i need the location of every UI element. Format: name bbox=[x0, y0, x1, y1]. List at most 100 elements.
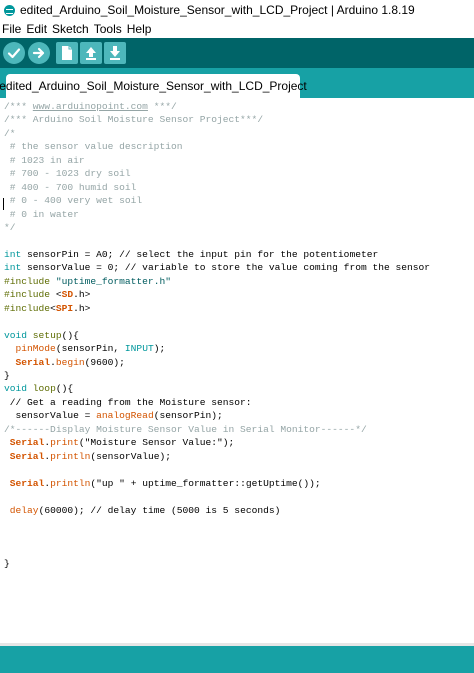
tab-sketch[interactable]: edited_Arduino_Soil_Moisture_Sensor_with… bbox=[0, 74, 307, 98]
new-file-icon bbox=[62, 46, 72, 60]
status-divider bbox=[0, 643, 474, 646]
code-line: # 700 - 1023 dry soil bbox=[4, 167, 131, 180]
code-line: void loop(){ bbox=[4, 382, 73, 395]
code-token: delay bbox=[9, 504, 39, 516]
code-line: Serial.println("up " + uptime_formatter:… bbox=[4, 477, 321, 490]
code-token: /* bbox=[4, 127, 16, 139]
code-token: sensorValue = bbox=[4, 410, 97, 422]
arduino-icon bbox=[4, 4, 15, 16]
code-token: Serial bbox=[15, 356, 51, 368]
tab-strip: edited_Arduino_Soil_Moisture_Sensor_with… bbox=[0, 68, 474, 98]
code-line: } bbox=[4, 369, 10, 382]
menu-bar: File Edit Sketch Tools Help bbox=[0, 20, 474, 38]
menu-tools[interactable]: Tools bbox=[94, 22, 122, 36]
code-line: /*------Display Moisture Sensor Value in… bbox=[4, 423, 367, 436]
code-token: SPI bbox=[55, 302, 74, 314]
code-token: SD bbox=[61, 289, 74, 301]
code-token: Serial bbox=[9, 437, 45, 449]
save-arrow-down-icon bbox=[110, 46, 120, 60]
check-icon bbox=[7, 48, 21, 59]
code-token: pinMode bbox=[15, 343, 56, 355]
tab-label: edited_Arduino_Soil_Moisture_Sensor_with… bbox=[0, 79, 307, 93]
code-token: ***/ bbox=[147, 101, 177, 112]
menu-sketch[interactable]: Sketch bbox=[52, 22, 89, 36]
code-token: "uptime_formatter.h" bbox=[50, 275, 171, 287]
code-token: ("Moisture Sensor Value:"); bbox=[78, 437, 235, 449]
code-token: /*** bbox=[4, 101, 33, 112]
code-token: # 1023 in air bbox=[4, 154, 85, 166]
code-token: # the sensor value description bbox=[4, 141, 183, 153]
status-bar bbox=[0, 643, 474, 673]
open-button[interactable] bbox=[80, 42, 102, 64]
code-line: # 400 - 700 humid soil bbox=[4, 181, 137, 194]
code-token: (sensorPin); bbox=[153, 410, 223, 422]
code-line: /*** Arduino Soil Moisture Sensor Projec… bbox=[4, 113, 263, 126]
code-line: #include "uptime_formatter.h" bbox=[4, 275, 171, 288]
code-line: int sensorPin = A0; // select the input … bbox=[4, 248, 378, 261]
code-token: Serial bbox=[9, 477, 45, 489]
menu-file[interactable]: File bbox=[2, 22, 21, 36]
code-line: # 0 in water bbox=[4, 208, 79, 221]
code-token: sensorValue = 0; // variable to store th… bbox=[21, 262, 431, 274]
code-token: # 0 - 400 very wet soil bbox=[4, 195, 143, 207]
code-token: sensorPin = A0; // select the input pin … bbox=[21, 248, 379, 260]
code-token: (sensorValue); bbox=[90, 450, 171, 462]
code-token: int bbox=[4, 248, 22, 260]
menu-help[interactable]: Help bbox=[127, 22, 152, 36]
code-editor[interactable]: /*** www.arduinopoint.com ***//*** Ardui… bbox=[0, 98, 474, 643]
window-title: edited_Arduino_Soil_Moisture_Sensor_with… bbox=[20, 3, 415, 17]
code-token: /*** Arduino Soil Moisture Sensor Projec… bbox=[4, 114, 264, 126]
code-line: sensorValue = analogRead(sensorPin); bbox=[4, 409, 223, 422]
code-token: } bbox=[4, 370, 10, 381]
code-line: # 0 - 400 very wet soil bbox=[4, 194, 142, 207]
code-token: loop bbox=[32, 383, 56, 395]
code-token: INPUT bbox=[124, 343, 154, 355]
code-line: #include <SD.h> bbox=[4, 288, 90, 301]
code-token: # 0 in water bbox=[4, 208, 79, 220]
code-token: begin bbox=[55, 356, 85, 368]
verify-button[interactable] bbox=[3, 42, 25, 64]
code-line: pinMode(sensorPin, INPUT); bbox=[4, 342, 166, 355]
new-button[interactable] bbox=[56, 42, 78, 64]
code-line: // Get a reading from the Moisture senso… bbox=[4, 396, 252, 409]
code-token: #include bbox=[4, 275, 51, 287]
open-arrow-up-icon bbox=[86, 47, 96, 60]
code-token: // Get a reading from the Moisture senso… bbox=[4, 396, 252, 408]
code-line: # 1023 in air bbox=[4, 154, 85, 167]
code-line: int sensorValue = 0; // variable to stor… bbox=[4, 261, 430, 274]
code-line: # the sensor value description bbox=[4, 140, 183, 153]
code-line: Serial.print("Moisture Sensor Value:"); bbox=[4, 436, 235, 449]
code-token: print bbox=[50, 437, 79, 449]
code-line: Serial.begin(9600); bbox=[4, 356, 125, 369]
code-line: void setup(){ bbox=[4, 329, 79, 342]
code-token: println bbox=[50, 477, 91, 489]
code-token: } bbox=[4, 558, 10, 570]
code-token: void bbox=[4, 383, 28, 395]
code-token: # 400 - 700 humid soil bbox=[4, 181, 137, 193]
code-line: #include<SPI.h> bbox=[4, 302, 90, 315]
code-token: analogRead bbox=[96, 410, 154, 422]
menu-edit[interactable]: Edit bbox=[26, 22, 47, 36]
code-token: (){ bbox=[61, 329, 79, 341]
code-token: # 700 - 1023 dry soil bbox=[4, 168, 131, 180]
save-button[interactable] bbox=[104, 42, 126, 64]
code-line: */ bbox=[4, 221, 16, 234]
title-bar: edited_Arduino_Soil_Moisture_Sensor_with… bbox=[0, 0, 474, 20]
code-line: /*** www.arduinopoint.com ***/ bbox=[4, 100, 177, 113]
code-token: (9600); bbox=[84, 356, 125, 368]
code-line: } bbox=[4, 557, 10, 570]
code-token: ("up " + uptime_formatter::getUptime()); bbox=[90, 477, 321, 489]
code-token: (){ bbox=[55, 383, 74, 395]
code-token: #include bbox=[4, 302, 51, 314]
code-line: /* bbox=[4, 127, 16, 140]
code-token: void bbox=[4, 329, 28, 341]
code-token: println bbox=[50, 450, 91, 462]
code-token[interactable]: www.arduinopoint.com bbox=[33, 101, 148, 112]
code-line: Serial.println(sensorValue); bbox=[4, 450, 171, 463]
arrow-right-icon bbox=[32, 47, 45, 59]
code-token: (60000); // delay time (5000 is 5 second… bbox=[38, 504, 281, 516]
upload-button[interactable] bbox=[28, 42, 50, 64]
code-token: */ bbox=[4, 222, 16, 234]
